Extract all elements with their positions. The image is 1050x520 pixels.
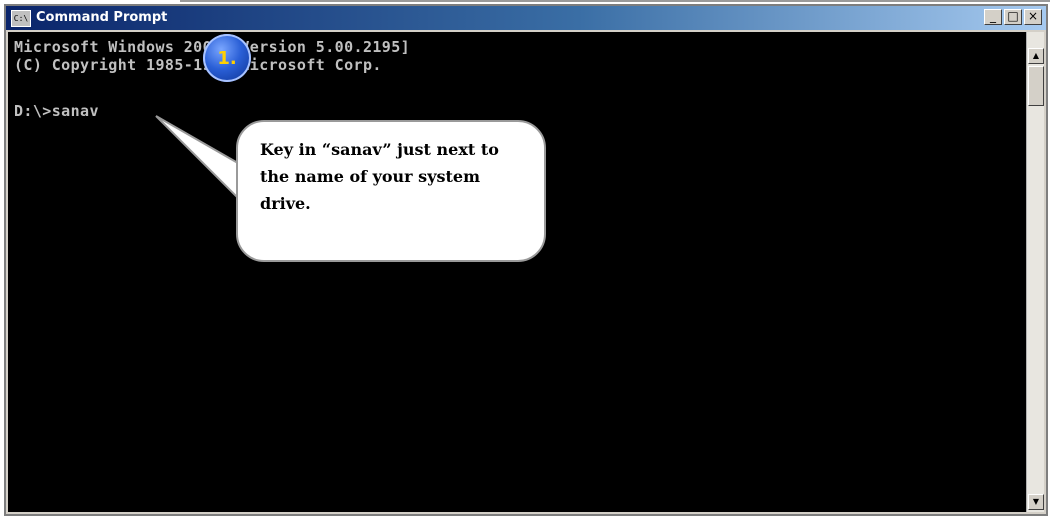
step-number-badge: 1.: [203, 34, 251, 82]
step-number: 1.: [217, 47, 237, 69]
instruction-callout: Key in “sanav” just next to the name of …: [236, 120, 546, 262]
callout-text-line: the name of your system: [260, 167, 480, 186]
callout-text-line: Key in “sanav” just next to: [260, 140, 499, 159]
callout-tail-join: [238, 160, 258, 220]
callout-text-line: drive.: [260, 194, 311, 213]
